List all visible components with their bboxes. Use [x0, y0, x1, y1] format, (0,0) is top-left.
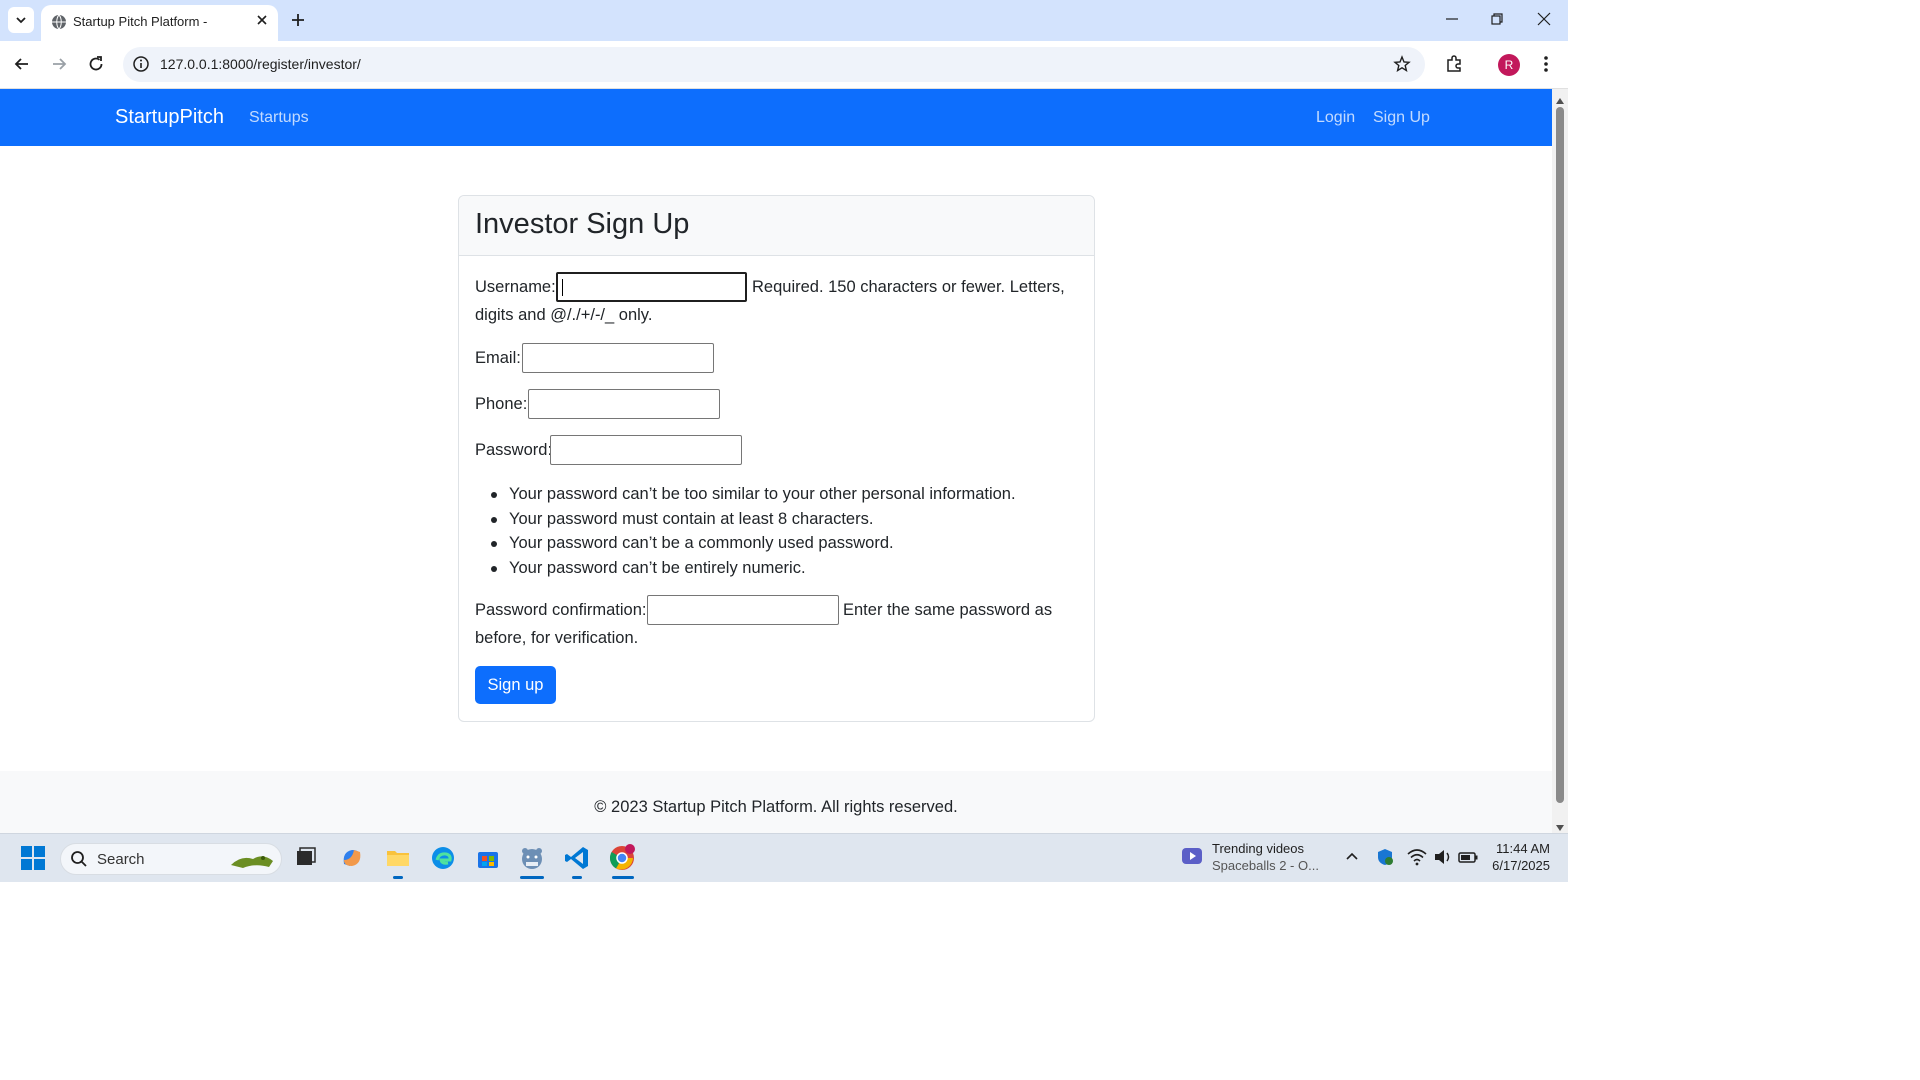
- phone-input[interactable]: [528, 389, 720, 419]
- os-taskbar: Search Trending videos Spaceballs 2 - O.…: [0, 833, 1568, 882]
- nav-link-startups[interactable]: Startups: [249, 109, 309, 127]
- nav-link-login[interactable]: Login: [1316, 109, 1355, 127]
- profile-avatar[interactable]: R: [1498, 54, 1520, 76]
- windows-start-icon[interactable]: [19, 844, 47, 872]
- scroll-thumb[interactable]: [1556, 107, 1564, 803]
- volume-icon[interactable]: [1432, 847, 1460, 875]
- nav-link-signup[interactable]: Sign Up: [1373, 109, 1430, 127]
- wifi-icon[interactable]: [1406, 847, 1434, 875]
- list-item: Your password can’t be a commonly used p…: [491, 531, 1016, 556]
- page-title: Investor Sign Up: [475, 208, 690, 240]
- reload-icon[interactable]: [86, 54, 106, 79]
- list-item: Your password can’t be entirely numeric.: [491, 556, 1016, 581]
- card-header: Investor Sign Up: [459, 196, 1094, 256]
- page-viewport: StartupPitch Startups Login Sign Up Inve…: [0, 89, 1552, 833]
- profile-initial: R: [1504, 58, 1514, 72]
- page-scrollbar[interactable]: [1552, 89, 1568, 833]
- password-input[interactable]: [550, 435, 742, 465]
- forward-arrow-icon[interactable]: [49, 54, 69, 79]
- chevron-up-icon[interactable]: [1343, 848, 1371, 876]
- close-window-icon[interactable]: [1535, 10, 1553, 33]
- extensions-puzzle-icon[interactable]: [1444, 54, 1464, 79]
- tab-title: Startup Pitch Platform -: [73, 14, 208, 29]
- username-help-line-2: digits and @/./+/-/_ only.: [475, 306, 653, 324]
- brand-link[interactable]: StartupPitch: [115, 106, 224, 129]
- site-info-icon[interactable]: [132, 55, 150, 78]
- signup-card: Investor Sign Up Username: Required. 150…: [458, 195, 1095, 722]
- site-footer: © 2023 Startup Pitch Platform. All right…: [0, 771, 1552, 833]
- url-text: 127.0.0.1:8000/register/investor/: [160, 56, 361, 72]
- widget-subtitle[interactable]: Spaceballs 2 - O...: [1212, 858, 1319, 873]
- password-rules-list: Your password can’t be too similar to yo…: [491, 482, 1016, 580]
- chevron-down-icon: [16, 17, 26, 24]
- restore-icon[interactable]: [1488, 10, 1506, 33]
- confirm-help-line-1: Enter the same password as: [843, 601, 1053, 619]
- text-caret: [562, 279, 563, 296]
- running-indicator: [520, 876, 544, 879]
- phone-label: Phone:: [475, 395, 528, 413]
- browser-tab-bar: Startup Pitch Platform -: [0, 0, 1568, 41]
- username-help-line-1: Required. 150 characters or fewer. Lette…: [752, 278, 1065, 296]
- running-indicator: [572, 876, 582, 879]
- list-item: Your password must contain at least 8 ch…: [491, 507, 1016, 532]
- list-item: Your password can’t be too similar to yo…: [491, 482, 1016, 507]
- close-tab-icon[interactable]: [255, 13, 269, 32]
- search-highlight-icon: [229, 849, 275, 876]
- new-tab-icon[interactable]: [288, 10, 308, 35]
- store-icon[interactable]: [474, 844, 502, 872]
- password-confirm-input[interactable]: [647, 595, 839, 625]
- running-indicator: [393, 876, 403, 879]
- task-view-icon[interactable]: [292, 844, 320, 872]
- edge-browser-icon[interactable]: [429, 844, 457, 872]
- signup-form: Username: Required. 150 characters or fe…: [459, 256, 1094, 704]
- vscode-icon[interactable]: [563, 844, 591, 872]
- bookmark-star-icon[interactable]: [1393, 55, 1411, 78]
- username-label: Username:: [475, 278, 556, 296]
- email-label: Email:: [475, 349, 521, 367]
- file-explorer-icon[interactable]: [384, 844, 412, 872]
- footer-copyright: © 2023 Startup Pitch Platform. All right…: [594, 798, 958, 816]
- password-confirm-label: Password confirmation:: [475, 601, 647, 619]
- more-menu-icon[interactable]: [1537, 53, 1555, 80]
- email-input[interactable]: [522, 343, 714, 373]
- site-navbar: StartupPitch Startups Login Sign Up: [0, 89, 1552, 146]
- copilot-icon[interactable]: [338, 844, 366, 872]
- browser-toolbar: 127.0.0.1:8000/register/investor/ R: [0, 41, 1568, 89]
- globe-icon: [51, 14, 67, 35]
- clock-time[interactable]: 11:44 AM: [1488, 841, 1550, 856]
- video-widget-icon[interactable]: [1180, 844, 1208, 872]
- back-arrow-icon[interactable]: [12, 54, 32, 79]
- sign-up-button[interactable]: Sign up: [475, 666, 556, 704]
- security-shield-icon[interactable]: [1375, 847, 1403, 875]
- minimize-icon[interactable]: [1443, 10, 1461, 33]
- search-label: Search: [97, 851, 145, 868]
- running-indicator: [612, 876, 634, 879]
- chrome-icon[interactable]: [608, 844, 636, 872]
- username-input[interactable]: [556, 272, 747, 302]
- search-icon: [70, 850, 88, 873]
- app-bear-icon[interactable]: [518, 844, 546, 872]
- tab-search-button[interactable]: [8, 7, 34, 33]
- battery-icon[interactable]: [1457, 847, 1485, 875]
- password-label: Password:: [475, 441, 553, 459]
- taskbar-search[interactable]: Search: [60, 843, 282, 875]
- clock-date[interactable]: 6/17/2025: [1488, 858, 1550, 873]
- confirm-help-line-2: before, for verification.: [475, 629, 639, 647]
- address-bar[interactable]: 127.0.0.1:8000/register/investor/: [123, 47, 1425, 82]
- browser-tab-active[interactable]: Startup Pitch Platform -: [41, 5, 278, 41]
- widget-title[interactable]: Trending videos: [1212, 841, 1304, 856]
